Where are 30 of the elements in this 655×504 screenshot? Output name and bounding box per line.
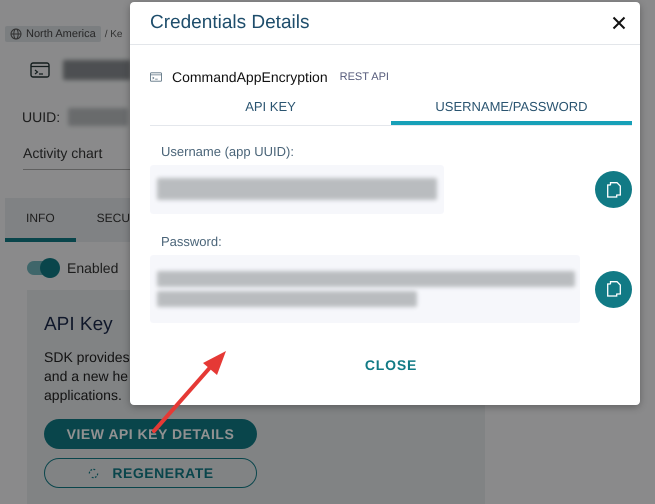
field-label: Username (app UUID):	[160, 144, 295, 159]
value-field[interactable]	[150, 165, 444, 214]
app-name: CommandAppEncryption	[172, 69, 328, 85]
dialog-title: Credentials Details	[150, 12, 310, 34]
copy-button[interactable]	[595, 270, 632, 308]
redacted-uuid	[68, 108, 128, 126]
app-type: REST API	[340, 71, 389, 83]
close-icon[interactable]	[612, 16, 626, 30]
copy-icon	[606, 281, 620, 297]
tab[interactable]: API KEY	[150, 99, 391, 125]
card-description: SDK provides and a new he applications.	[44, 348, 131, 405]
globe-icon	[10, 28, 22, 40]
toggle-switch[interactable]	[27, 261, 59, 275]
region-chip[interactable]: North America	[5, 26, 101, 42]
toggle-label: Enabled	[67, 260, 118, 276]
breadcrumb-link[interactable]: / Ke	[104, 28, 122, 40]
uuid-label: UUID:	[22, 109, 60, 125]
copy-button[interactable]	[595, 171, 632, 208]
field-label: Password:	[160, 234, 223, 249]
value-field[interactable]	[150, 255, 580, 323]
tab[interactable]: INFO	[5, 198, 76, 242]
card-title: API Key	[44, 314, 114, 336]
terminal-icon	[150, 72, 162, 82]
tab[interactable]: USERNAME/PASSWORD	[391, 99, 632, 125]
redacted-name	[63, 60, 131, 80]
terminal-icon	[30, 62, 50, 78]
close-button[interactable]: CLOSE	[356, 353, 426, 377]
regenerate-button[interactable]: REGENERATE	[44, 458, 257, 488]
refresh-icon	[87, 466, 100, 480]
copy-icon	[606, 182, 620, 198]
